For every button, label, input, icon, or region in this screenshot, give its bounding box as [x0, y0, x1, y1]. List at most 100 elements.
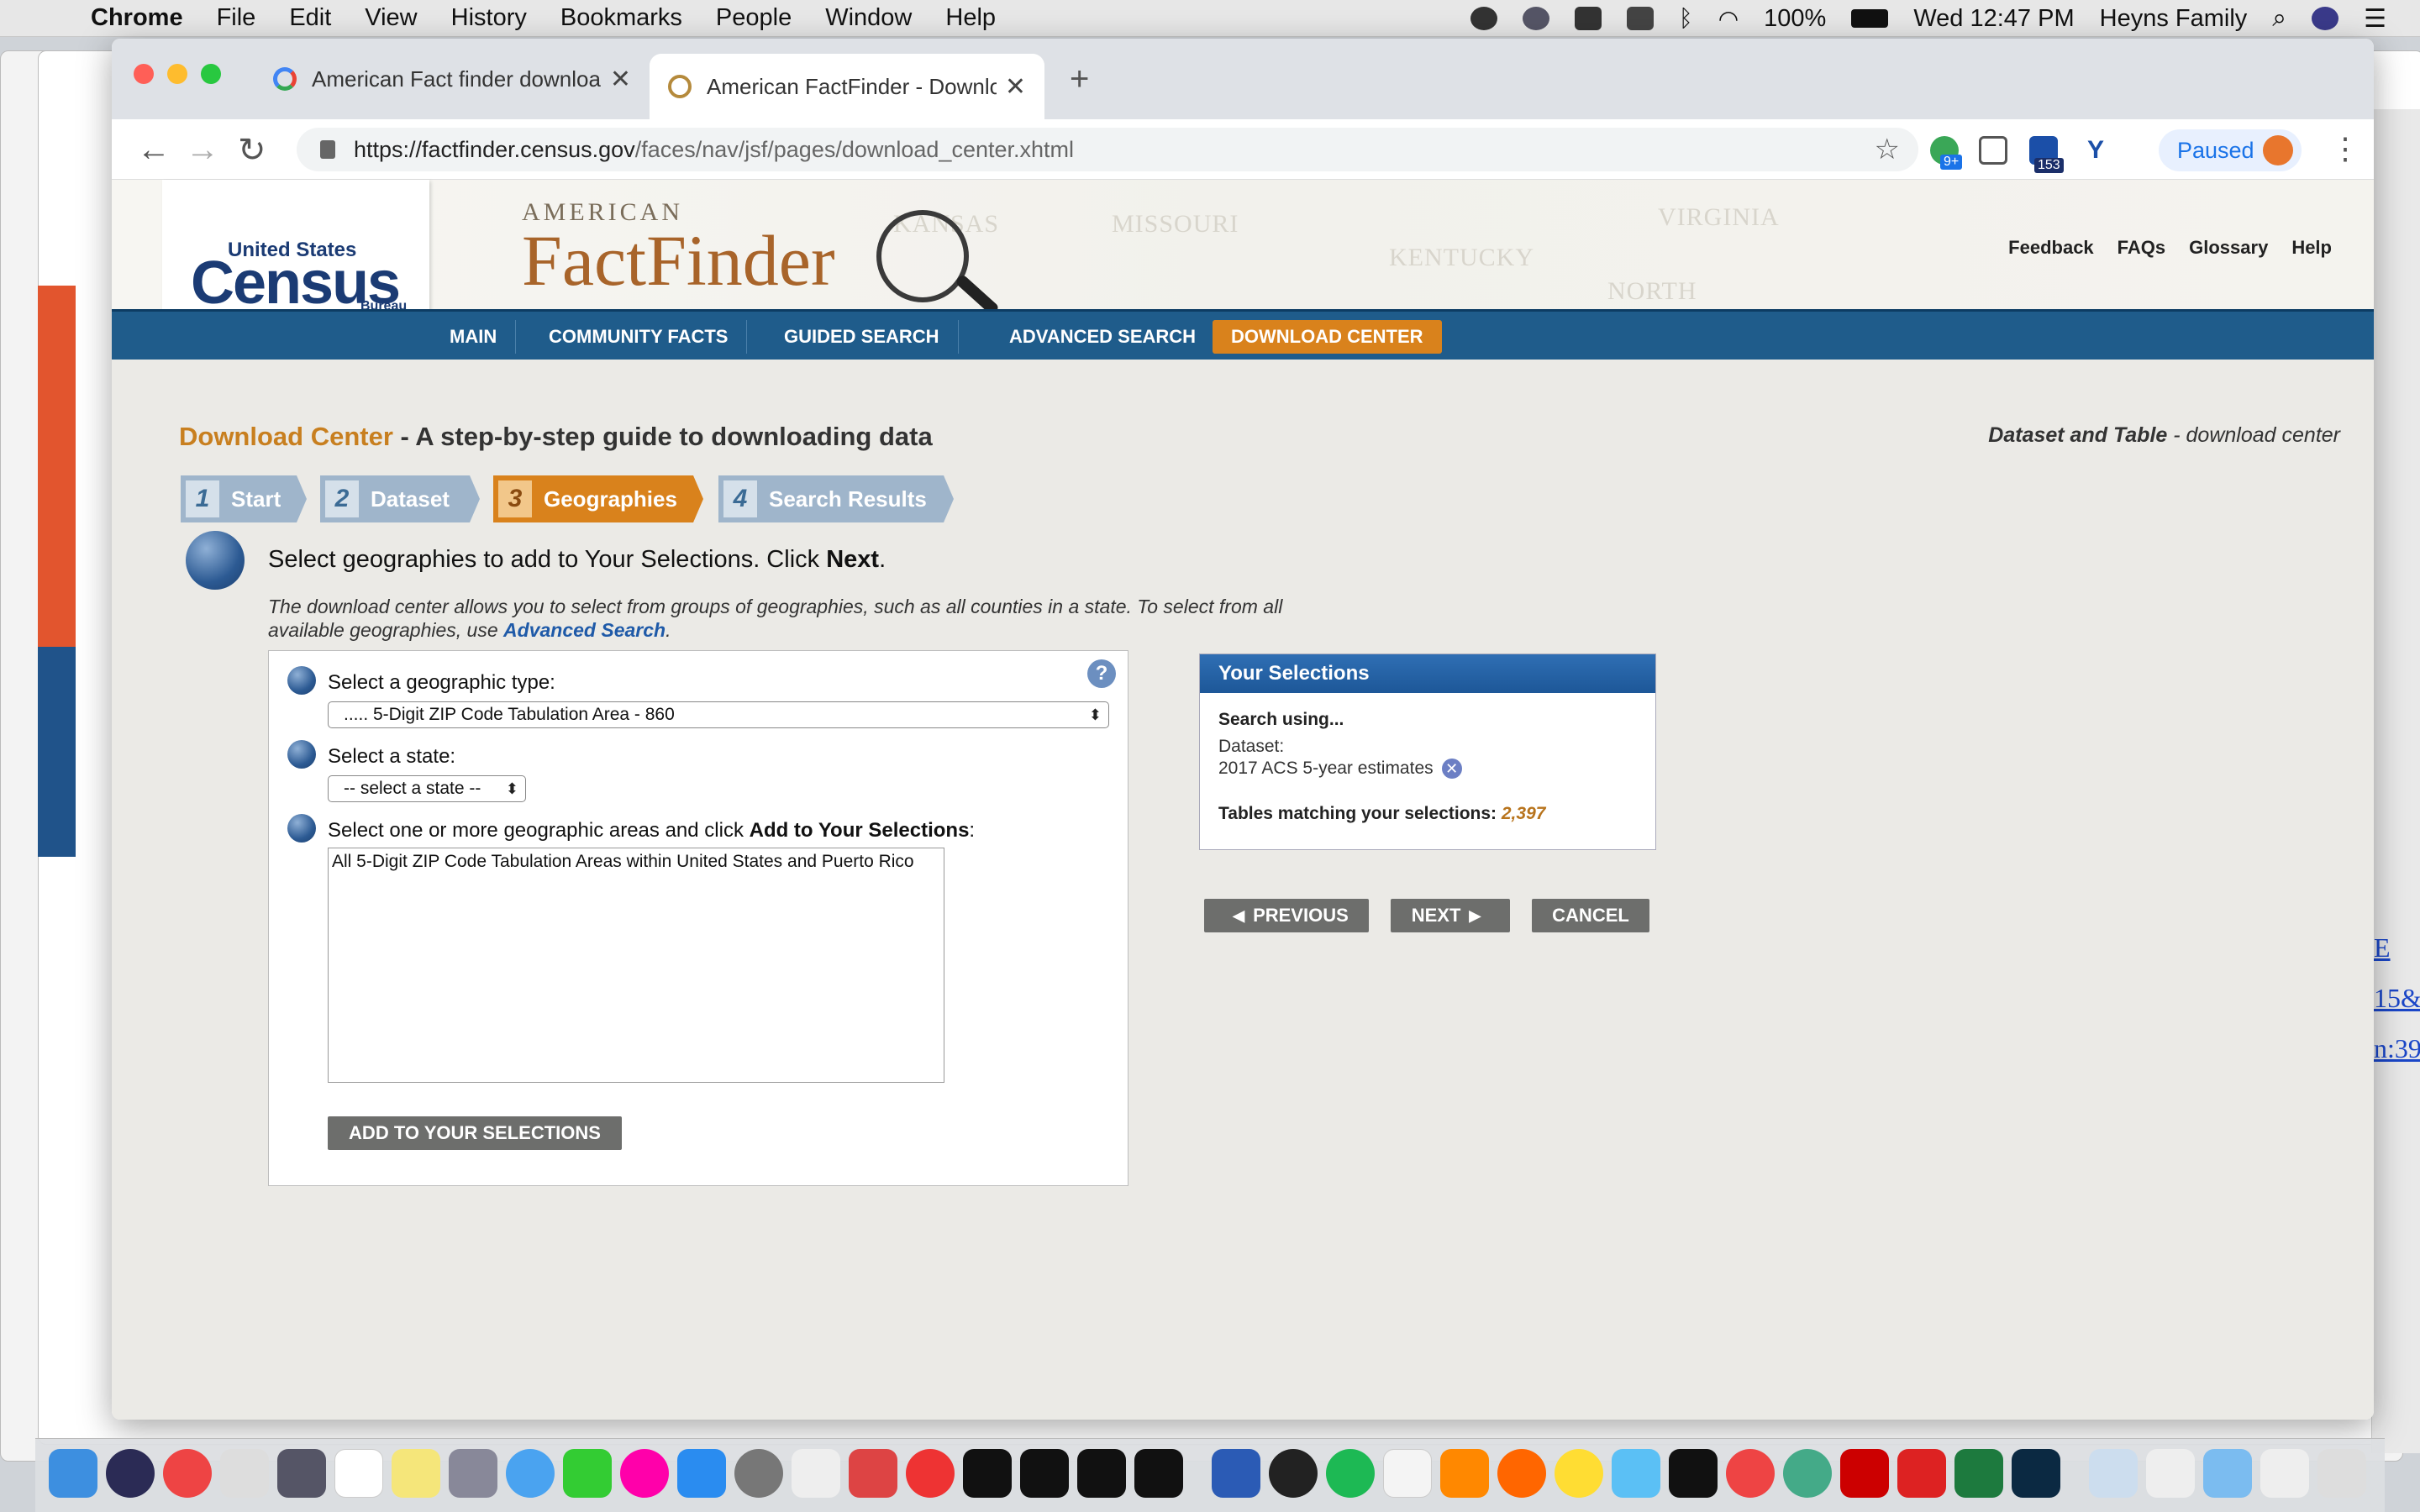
launchpad-dock-icon[interactable]: [449, 1449, 497, 1498]
creative-cloud-dock-icon[interactable]: [1897, 1449, 1946, 1498]
airplay-icon[interactable]: [1626, 7, 1654, 30]
chrome-dock-icon[interactable]: [163, 1449, 212, 1498]
help-link[interactable]: Help: [2291, 237, 2332, 259]
siri-icon[interactable]: [2312, 7, 2339, 30]
system-preferences-dock-icon[interactable]: [734, 1449, 783, 1498]
step-dataset[interactable]: 2 Dataset: [320, 475, 480, 522]
geographic-areas-listbox[interactable]: All 5-Digit ZIP Code Tabulation Areas wi…: [328, 848, 944, 1083]
menu-view[interactable]: View: [365, 4, 417, 32]
word-dock-icon[interactable]: [1212, 1449, 1260, 1498]
menu-history[interactable]: History: [451, 4, 527, 32]
step-start[interactable]: 1 Start: [181, 475, 307, 522]
new-tab-button[interactable]: +: [1070, 60, 1089, 98]
creative-cloud-tray-icon[interactable]: [1574, 7, 1602, 30]
faqs-link[interactable]: FAQs: [2118, 237, 2165, 259]
downloads-folder-icon[interactable]: [2203, 1449, 2252, 1498]
help-dock-icon[interactable]: [220, 1449, 269, 1498]
menu-file[interactable]: File: [217, 4, 256, 32]
step-search-results[interactable]: 4 Search Results: [718, 475, 954, 522]
browser-tab[interactable]: American Fact finder download ✕: [255, 54, 650, 104]
menubar-user[interactable]: Heyns Family: [2100, 5, 2248, 33]
add-to-selections-button[interactable]: ADD TO YOUR SELECTIONS: [328, 1116, 622, 1150]
geo-type-select[interactable]: ..... 5-Digit ZIP Code Tabulation Area -…: [328, 701, 1109, 728]
census-bureau-logo[interactable]: United States Census Bureau: [162, 180, 429, 331]
notification-tray-icon[interactable]: [1470, 7, 1497, 30]
spotify-dock-icon[interactable]: [1326, 1449, 1375, 1498]
nav-guided-search[interactable]: GUIDED SEARCH: [765, 320, 959, 354]
notes-dock-icon[interactable]: [392, 1449, 440, 1498]
app-dock-icon[interactable]: [277, 1449, 326, 1498]
excel-dock-icon[interactable]: [1954, 1449, 2003, 1498]
menu-help[interactable]: Help: [945, 4, 996, 32]
help-icon[interactable]: ?: [1087, 659, 1116, 688]
app-dock-icon[interactable]: [849, 1449, 897, 1498]
sketch-dock-icon[interactable]: [1612, 1449, 1660, 1498]
battery-icon[interactable]: [1851, 9, 1889, 28]
menu-app-name[interactable]: Chrome: [91, 4, 183, 32]
factfinder-logo[interactable]: AMERICAN FactFinder: [522, 198, 835, 302]
glossary-link[interactable]: Glossary: [2189, 237, 2268, 259]
nav-main[interactable]: MAIN: [431, 320, 517, 354]
app-dock-icon[interactable]: [1555, 1449, 1603, 1498]
tab-close-icon[interactable]: ✕: [610, 65, 631, 94]
menu-edit[interactable]: Edit: [289, 4, 331, 32]
trash-icon[interactable]: [2317, 1449, 2366, 1498]
menu-people[interactable]: People: [716, 4, 792, 32]
app-dock-icon[interactable]: [1726, 1449, 1775, 1498]
tab-close-icon[interactable]: ✕: [1005, 72, 1026, 102]
app-store-dock-icon[interactable]: [677, 1449, 726, 1498]
github-dock-icon[interactable]: [1269, 1449, 1318, 1498]
facetime-dock-icon[interactable]: [563, 1449, 612, 1498]
nikon-dock-icon[interactable]: [1134, 1449, 1183, 1498]
app-dock-icon[interactable]: [792, 1449, 840, 1498]
spotlight-search-icon[interactable]: ⌕: [2272, 4, 2286, 33]
wifi-icon[interactable]: ◠: [1718, 5, 1739, 33]
document-dock-icon[interactable]: [1383, 1449, 1432, 1498]
feedback-link[interactable]: Feedback: [2008, 237, 2094, 259]
profile-paused-button[interactable]: Paused: [2159, 129, 2302, 171]
browser-tab-active[interactable]: American FactFinder - Download ✕: [650, 54, 1044, 119]
nav-download-center[interactable]: DOWNLOAD CENTER: [1213, 320, 1442, 354]
next-button[interactable]: NEXT ▶: [1391, 899, 1510, 932]
calendar-dock-icon[interactable]: [334, 1449, 383, 1498]
list-item[interactable]: All 5-Digit ZIP Code Tabulation Areas wi…: [332, 852, 940, 872]
menu-window[interactable]: Window: [825, 4, 912, 32]
firefox-dock-icon[interactable]: [1497, 1449, 1546, 1498]
forward-arrow-icon[interactable]: →: [186, 131, 219, 169]
cancel-button[interactable]: CANCEL: [1532, 899, 1649, 932]
nav-advanced-search[interactable]: ADVANCED SEARCH: [991, 320, 1216, 354]
dock-folder-icon[interactable]: [2146, 1449, 2195, 1498]
step-geographies[interactable]: 3 Geographies: [493, 475, 703, 522]
advanced-search-link[interactable]: Advanced Search: [503, 619, 666, 641]
sublime-dock-icon[interactable]: [1440, 1449, 1489, 1498]
cast-icon[interactable]: [1979, 136, 2007, 165]
nikon-dock-icon[interactable]: [1077, 1449, 1126, 1498]
window-close-button[interactable]: [134, 64, 154, 84]
nav-community-facts[interactable]: COMMUNITY FACTS: [530, 320, 748, 354]
chrome-menu-icon[interactable]: ⋮: [2330, 131, 2360, 166]
bluetooth-icon[interactable]: ᛒ: [1679, 5, 1693, 32]
address-bar[interactable]: https://factfinder.census.gov /faces/nav…: [297, 128, 1918, 171]
state-select[interactable]: -- select a state -- ⬍: [328, 775, 526, 802]
siri-dock-icon[interactable]: [106, 1449, 155, 1498]
window-minimize-button[interactable]: [167, 64, 187, 84]
menu-bookmarks[interactable]: Bookmarks: [560, 4, 682, 32]
background-link[interactable]: n:390: [2374, 1033, 2420, 1064]
terminal-dock-icon[interactable]: [1669, 1449, 1718, 1498]
app-dock-icon[interactable]: [906, 1449, 955, 1498]
background-link[interactable]: E: [2374, 932, 2391, 963]
reload-icon[interactable]: ↻: [238, 131, 266, 170]
remove-dataset-icon[interactable]: ✕: [1441, 759, 1462, 780]
dock-folder-icon[interactable]: [2260, 1449, 2309, 1498]
notification-center-icon[interactable]: ☰: [2364, 4, 2386, 34]
extension-y-icon[interactable]: Y: [2081, 136, 2110, 165]
nikon-dock-icon[interactable]: [963, 1449, 1012, 1498]
dock-folder-icon[interactable]: [2089, 1449, 2138, 1498]
finder-icon[interactable]: [49, 1449, 97, 1498]
photoshop-dock-icon[interactable]: [2012, 1449, 2060, 1498]
background-link[interactable]: 15&: [2374, 983, 2420, 1014]
previous-button[interactable]: ◀ PREVIOUS: [1204, 899, 1369, 932]
nikon-dock-icon[interactable]: [1020, 1449, 1069, 1498]
photos-dock-icon[interactable]: [620, 1449, 669, 1498]
messages-dock-icon[interactable]: [506, 1449, 555, 1498]
